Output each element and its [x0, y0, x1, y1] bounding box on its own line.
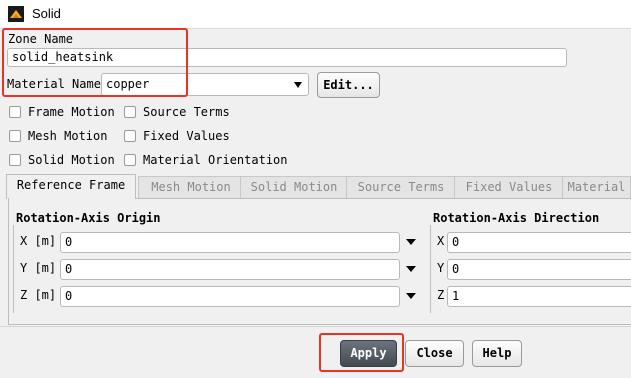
origin-x-dropdown-icon[interactable]	[406, 239, 416, 245]
solid-motion-checkbox[interactable]: Solid Motion	[9, 152, 119, 170]
source-terms-checkbox[interactable]: Source Terms	[124, 104, 234, 122]
mesh-motion-label: Mesh Motion	[28, 129, 108, 143]
direction-x-input[interactable]: 0	[447, 232, 631, 253]
zone-material-highlight	[2, 28, 188, 97]
checkbox-box[interactable]	[9, 106, 21, 118]
direction-y-input[interactable]: 0	[447, 259, 631, 280]
direction-group-border	[430, 225, 431, 313]
frame-motion-checkbox[interactable]: Frame Motion	[9, 104, 119, 122]
checkbox-box[interactable]	[124, 130, 136, 142]
tab-bar: Reference Frame Mesh Motion Solid Motion…	[6, 174, 631, 199]
origin-y-input[interactable]: 0	[60, 259, 400, 280]
origin-z-dropdown-icon[interactable]	[406, 293, 416, 299]
material-orientation-label: Material Orientation	[143, 153, 288, 167]
title-bar: Solid	[0, 0, 631, 29]
footer-separator	[0, 326, 631, 327]
fixed-values-label: Fixed Values	[143, 129, 230, 143]
fixed-values-checkbox[interactable]: Fixed Values	[124, 128, 234, 146]
help-button[interactable]: Help	[472, 340, 522, 367]
origin-z-input[interactable]: 0	[60, 286, 400, 307]
checkbox-box[interactable]	[124, 154, 136, 166]
source-terms-label: Source Terms	[143, 105, 230, 119]
origin-group-border	[13, 225, 14, 313]
apply-highlight	[319, 333, 404, 372]
origin-x-label: X [m]	[20, 234, 57, 248]
origin-y-dropdown-icon[interactable]	[406, 266, 416, 272]
direction-z-input[interactable]: 1	[447, 286, 631, 307]
solid-motion-label: Solid Motion	[28, 153, 115, 167]
tab-solid-motion[interactable]: Solid Motion	[240, 176, 348, 198]
material-orientation-checkbox[interactable]: Material Orientation	[124, 152, 294, 170]
tab-mesh-motion[interactable]: Mesh Motion	[138, 176, 244, 198]
mesh-motion-checkbox[interactable]: Mesh Motion	[9, 128, 119, 146]
direction-x-label: X	[437, 234, 445, 248]
origin-z-label: Z [m]	[20, 288, 57, 302]
tab-reference-frame[interactable]: Reference Frame	[6, 174, 136, 199]
checkbox-box[interactable]	[9, 154, 21, 166]
tab-source-terms[interactable]: Source Terms	[346, 176, 456, 198]
checkbox-box[interactable]	[124, 106, 136, 118]
edit-material-button[interactable]: Edit...	[317, 72, 380, 98]
dropdown-arrow-icon	[294, 82, 302, 88]
direction-y-label: Y	[437, 261, 445, 275]
direction-group-title: Rotation-Axis Direction	[433, 211, 600, 225]
app-icon	[8, 6, 24, 22]
close-button[interactable]: Close	[405, 340, 464, 367]
origin-x-input[interactable]: 0	[60, 232, 400, 253]
origin-y-label: Y [m]	[20, 261, 57, 275]
checkbox-box[interactable]	[9, 130, 21, 142]
frame-motion-label: Frame Motion	[28, 105, 115, 119]
window-title: Solid	[32, 6, 61, 21]
direction-z-label: Z	[437, 288, 445, 302]
tab-fixed-values[interactable]: Fixed Values	[454, 176, 564, 198]
origin-group-title: Rotation-Axis Origin	[16, 211, 161, 225]
tab-material[interactable]: Material	[562, 176, 631, 198]
